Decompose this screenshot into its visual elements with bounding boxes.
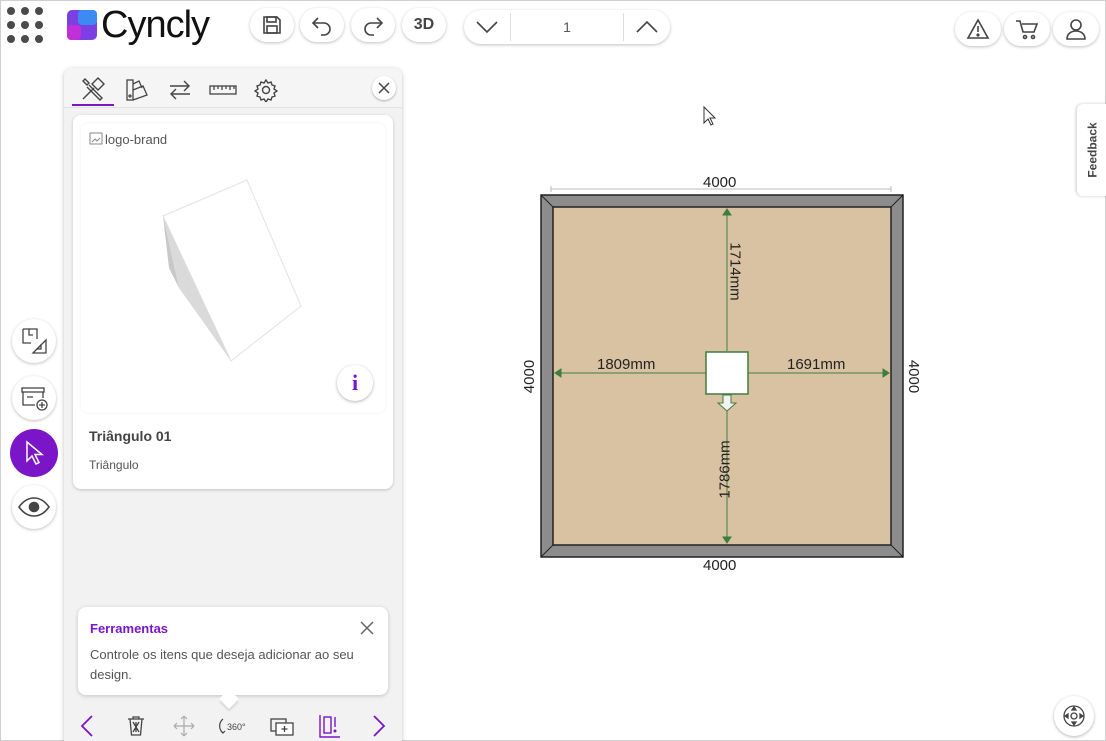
rotate-360-button[interactable]: 360° <box>216 712 250 740</box>
warnings-button[interactable] <box>955 12 1001 46</box>
dim-top-width: 4000 <box>703 174 737 191</box>
panel-tabs <box>64 68 402 108</box>
floor-down-button[interactable] <box>464 10 510 44</box>
item-title: Triângulo 01 <box>89 428 172 444</box>
floor-plan-button[interactable] <box>12 319 56 363</box>
tools-icon <box>82 77 105 101</box>
floor-value[interactable]: 1 <box>510 13 624 41</box>
close-panel-button[interactable] <box>372 76 396 100</box>
move-icon <box>173 715 195 736</box>
warning-icon <box>966 18 990 39</box>
chevron-right-icon <box>373 714 386 737</box>
broken-image-icon <box>89 132 103 145</box>
item-subtitle: Triângulo <box>89 458 139 472</box>
triangle-preview-image <box>162 179 302 362</box>
tab-swap[interactable] <box>159 74 201 106</box>
floor-plan-icon <box>22 328 47 354</box>
dist-bottom-label: 1786mm <box>716 440 734 499</box>
item-toolbar: 360° <box>64 710 402 741</box>
user-account-button[interactable] <box>1053 12 1099 46</box>
navigation-compass-button[interactable] <box>1054 696 1094 736</box>
undo-icon <box>311 17 331 36</box>
brand-logo: Cyncly <box>67 3 210 46</box>
compass-icon <box>1063 705 1085 727</box>
materials-icon <box>126 79 148 101</box>
add-furniture-button[interactable] <box>12 376 56 420</box>
brand-mark-icon <box>67 10 97 40</box>
cart-icon <box>1016 20 1039 40</box>
chevron-down-icon <box>476 21 498 34</box>
tooltip-text: Controle os itens que deseja adicionar a… <box>90 647 354 682</box>
cursor-icon <box>26 440 45 466</box>
feedback-label: Feedback <box>1086 122 1101 178</box>
selected-triangle-item[interactable] <box>705 351 749 395</box>
duplicate-button[interactable] <box>265 712 299 740</box>
tooltip-title: Ferramentas <box>90 621 169 636</box>
add-cabinet-icon <box>21 387 48 411</box>
brand-name: Cyncly <box>101 3 210 46</box>
dist-top-label: 1714mm <box>726 242 744 301</box>
tab-materials[interactable] <box>116 74 158 106</box>
view-3d-button[interactable]: 3D <box>402 8 446 42</box>
move-button <box>167 712 201 740</box>
redo-button[interactable] <box>351 8 395 42</box>
prev-tool-button[interactable] <box>70 712 104 740</box>
item-image-alt: logo-brand <box>105 131 168 147</box>
rotate-360-icon: 360° <box>219 718 246 734</box>
apps-menu-icon[interactable] <box>5 5 45 45</box>
item-card: logo-brand i Triângulo 01 Triângulo <box>73 115 393 489</box>
tab-measure[interactable] <box>202 74 244 106</box>
align-button[interactable] <box>313 712 347 740</box>
dim-bottom-width: 4000 <box>703 557 737 574</box>
tooltip-tools: Ferramentas Controle os itens que deseja… <box>78 607 388 695</box>
tab-tools[interactable] <box>72 74 114 106</box>
save-button[interactable] <box>250 8 294 42</box>
ruler-icon <box>209 85 237 95</box>
cart-button[interactable] <box>1004 12 1050 46</box>
properties-panel: logo-brand i Triângulo 01 Triângulo Ferr… <box>64 68 402 741</box>
swap-icon <box>170 80 190 100</box>
svg-text:360°: 360° <box>227 722 246 732</box>
align-icon <box>319 714 341 738</box>
close-icon <box>378 82 390 94</box>
dist-right-label: 1691mm <box>787 356 846 373</box>
duplicate-icon <box>269 717 294 736</box>
chevron-up-icon <box>636 20 658 33</box>
next-tool-button[interactable] <box>362 712 396 740</box>
tab-settings[interactable] <box>245 74 287 106</box>
save-icon <box>263 16 281 34</box>
item-preview: logo-brand i <box>81 123 385 413</box>
visibility-button[interactable] <box>12 485 56 529</box>
eye-icon <box>18 497 50 517</box>
dim-right-height: 4000 <box>905 359 923 394</box>
tooltip-close-icon[interactable] <box>358 619 376 637</box>
mouse-cursor-icon <box>703 105 717 126</box>
feedback-tab[interactable]: Feedback <box>1077 104 1106 196</box>
dist-left-label: 1809mm <box>597 356 656 373</box>
dim-left-height: 4000 <box>521 359 539 394</box>
floor-up-button[interactable] <box>624 10 670 44</box>
delete-button[interactable] <box>119 712 153 740</box>
broken-image: logo-brand <box>89 131 167 147</box>
floor-selector: 1 <box>464 10 670 44</box>
undo-button[interactable] <box>300 8 344 42</box>
chevron-left-icon <box>80 714 93 737</box>
select-tool-button[interactable] <box>10 429 58 477</box>
trash-icon <box>127 715 144 736</box>
info-button[interactable]: i <box>337 365 373 401</box>
redo-icon <box>364 17 384 36</box>
user-icon <box>1066 19 1086 40</box>
settings-icon <box>254 78 278 102</box>
floor-plan-canvas[interactable] <box>511 167 931 577</box>
